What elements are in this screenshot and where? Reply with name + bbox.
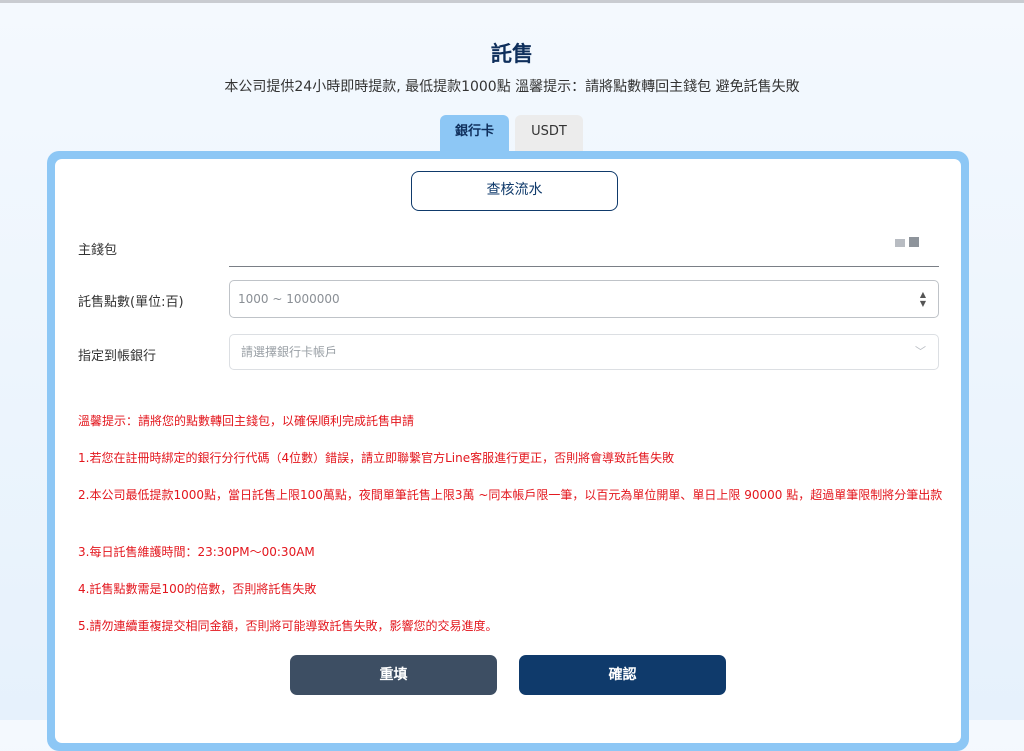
points-stepper[interactable]: ▲ ▼ (916, 288, 930, 310)
bank-account-select[interactable]: 請選擇銀行卡帳戶 ﹀ (229, 334, 939, 370)
notice-line: 3.每日託售維護時間：23:30PM～00:30AM (78, 545, 315, 559)
points-input[interactable] (229, 280, 939, 318)
chevron-down-icon[interactable]: ▼ (920, 299, 926, 308)
wallet-divider (229, 266, 939, 267)
tab-usdt[interactable]: USDT (515, 115, 583, 151)
notice-line: 2.本公司最低提款1000點，當日託售上限100萬點，夜間單筆託售上限3萬 ~同… (78, 488, 943, 502)
withdraw-form: 查核流水 主錢包 託售點數(單位:百) ▲ ▼ 指定到帳銀行 請選擇銀行卡帳戶 … (55, 159, 961, 743)
tab-bank-card[interactable]: 銀行卡 (440, 115, 509, 151)
chevron-up-icon[interactable]: ▲ (920, 290, 926, 299)
confirm-button[interactable]: 確認 (519, 655, 726, 695)
page-subtitle: 本公司提供24小時即時提款, 最低提款1000點 溫馨提示：請將點數轉回主錢包 … (224, 79, 800, 95)
payment-method-tabs: 銀行卡 USDT (440, 115, 583, 151)
top-divider (0, 0, 1024, 3)
bank-select-placeholder: 請選擇銀行卡帳戶 (241, 345, 338, 359)
page-title: 託售 (491, 42, 533, 66)
chevron-down-icon: ﹀ (915, 345, 926, 358)
notice-line: 溫馨提示：請將您的點數轉回主錢包，以確保順利完成託售申請 (78, 414, 415, 428)
main-wallet-label: 主錢包 (78, 243, 118, 258)
withdraw-panel: 查核流水 主錢包 託售點數(單位:百) ▲ ▼ 指定到帳銀行 請選擇銀行卡帳戶 … (47, 151, 969, 751)
audit-turnover-button[interactable]: 查核流水 (411, 171, 618, 211)
bank-label: 指定到帳銀行 (78, 349, 157, 364)
notice-line: 5.請勿連續重複提交相同金額，否則將可能導致託售失敗，影響您的交易進度。 (78, 619, 498, 633)
main-wallet-balance (895, 237, 919, 247)
notice-line: 4.託售點數需是100的倍數，否則將託售失敗 (78, 582, 317, 596)
reset-button[interactable]: 重填 (290, 655, 497, 695)
notice-line: 1.若您在註冊時綁定的銀行分行代碼（4位數）錯誤，請立即聯繫官方Line客服進行… (78, 451, 675, 465)
points-label: 託售點數(單位:百) (78, 295, 184, 310)
